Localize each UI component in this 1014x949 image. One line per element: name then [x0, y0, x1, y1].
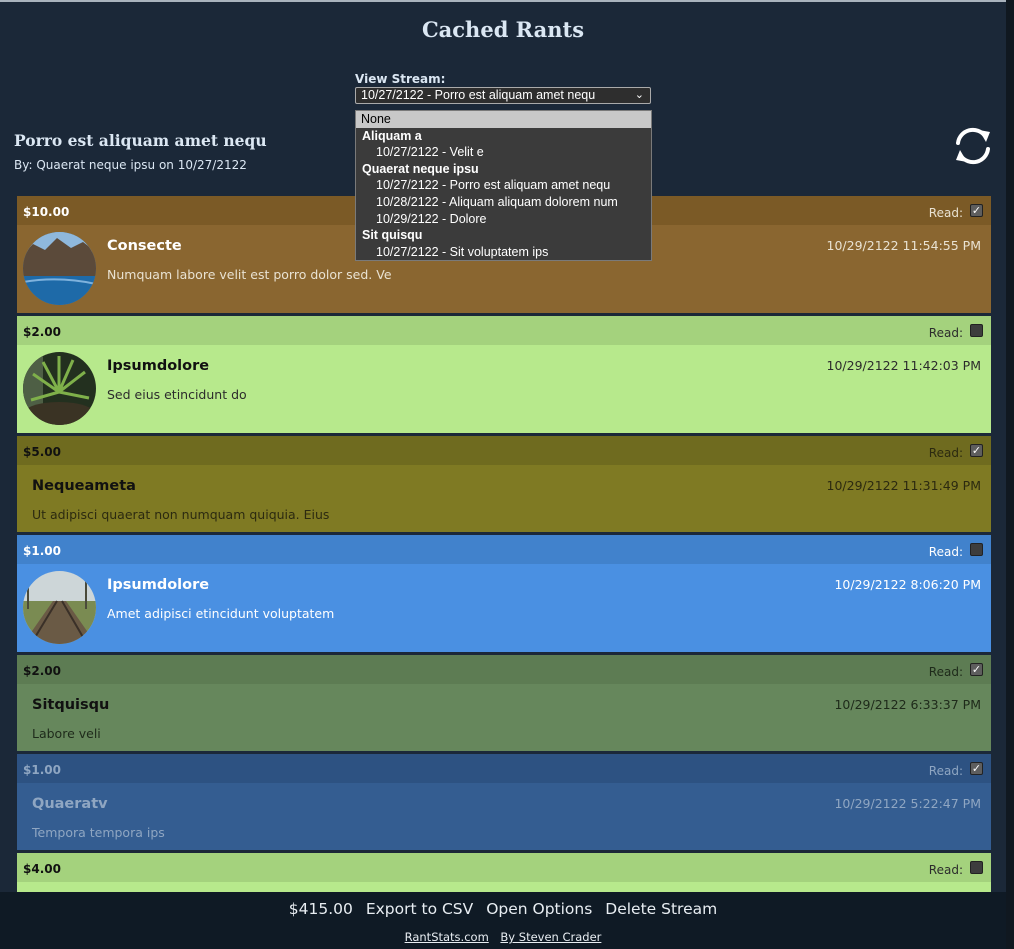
export-csv-button[interactable]: Export to CSV: [366, 900, 473, 918]
rant-card: $1.00 Read: ✓ Quaeratv 10/29/2122 5:22:47 PM…: [17, 754, 991, 850]
avatar: [23, 571, 96, 644]
footer-links: RantStats.com By Steven Crader: [0, 930, 1006, 944]
rant-timestamp: 10/29/2122 8:06:20 PM: [834, 577, 981, 592]
read-checkbox[interactable]: ✓: [970, 204, 983, 217]
rant-timestamp: 10/29/2122 11:42:03 PM: [826, 358, 981, 373]
stream-select-value: 10/27/2122 - Porro est aliquam amet nequ: [361, 88, 596, 102]
rant-username: Nequeameta: [32, 478, 136, 494]
rant-message: Ut adipisci quaerat non numquam quiquia.…: [32, 507, 330, 522]
app-title: Cached Rants: [421, 17, 585, 42]
rant-card: $2.00 Read: ✓ Sitquisqu 10/29/2122 6:33:37 P…: [17, 655, 991, 751]
rant-message: Sed eius etincidunt do: [107, 387, 247, 402]
window-top-border: [0, 0, 1014, 2]
rant-timestamp: 10/29/2122 11:54:55 PM: [826, 238, 981, 253]
dropdown-option[interactable]: 10/27/2122 - Sit voluptatem ips: [356, 244, 651, 261]
rant-amount: $4.00: [23, 862, 61, 876]
dropdown-option[interactable]: 10/28/2122 - Aliquam aliquam dolorem num: [356, 194, 651, 211]
rant-feed[interactable]: $10.00 Read: ✓ Consecte 10/29/2122 11:54:55 …: [17, 196, 991, 892]
rant-card-header: $1.00 Read:: [17, 535, 991, 564]
read-checkbox[interactable]: ✓: [970, 663, 983, 676]
rant-card-body: Quaeratv 10/29/2122 5:22:47 PM Tempora tem…: [17, 783, 991, 850]
rant-amount: $1.00: [23, 544, 61, 558]
rant-message: Amet adipisci etincidunt voluptatem: [107, 606, 335, 621]
rant-amount: $1.00: [23, 763, 61, 777]
rant-amount: $2.00: [23, 664, 61, 678]
rant-timestamp: 10/29/2122 6:33:37 PM: [834, 697, 981, 712]
rant-card-body: Sitquisqu 10/29/2122 6:33:37 PM Labore vel…: [17, 684, 991, 751]
rant-card-body: Nequeameta 10/29/2122 11:31:49 PM Ut adipi…: [17, 465, 991, 532]
total-amount: $415.00: [288, 900, 353, 918]
rant-card-header: $2.00 Read: ✓: [17, 655, 991, 684]
read-label: Read:: [928, 863, 963, 877]
stream-dropdown-list[interactable]: None Aliquam a 10/27/2122 - Velit e Quaerat…: [355, 110, 652, 261]
refresh-icon[interactable]: [952, 126, 994, 166]
rant-message: Labore veli: [32, 726, 101, 741]
rant-amount: $5.00: [23, 445, 61, 459]
delete-stream-button[interactable]: Delete Stream: [605, 900, 717, 918]
rant-card-header: $2.00 Read:: [17, 316, 991, 345]
rant-username: Ipsumdolore: [107, 577, 210, 593]
rant-username: Consecte: [107, 238, 182, 254]
read-label: Read:: [928, 326, 963, 340]
dropdown-group-label: Quaerat neque ipsu: [362, 161, 479, 176]
stream-select[interactable]: 10/27/2122 - Porro est aliquam amet nequ…: [355, 87, 651, 104]
rant-message: Tempora tempora ips: [32, 825, 165, 840]
footer-actions: $415.00 Export to CSV Open Options Delet…: [0, 900, 1006, 918]
rant-card-header: $5.00 Read: ✓: [17, 436, 991, 465]
dropdown-option[interactable]: 10/27/2122 - Porro est aliquam amet nequ: [356, 177, 651, 194]
rant-card-header: $4.00 Read:: [17, 853, 991, 882]
rant-timestamp: 10/29/2122 11:31:49 PM: [826, 478, 981, 493]
rant-card-body: [17, 882, 991, 892]
dropdown-option[interactable]: 10/27/2122 - Velit e: [356, 144, 651, 161]
dropdown-option[interactable]: 10/29/2122 - Dolore: [356, 211, 651, 228]
read-checkbox[interactable]: [970, 861, 983, 874]
dropdown-group-label: Aliquam a: [362, 128, 422, 143]
rant-card-header: $1.00 Read: ✓: [17, 754, 991, 783]
footer: $415.00 Export to CSV Open Options Delet…: [0, 892, 1006, 949]
rant-card-body: Ipsumdolore 10/29/2122 11:42:03 PM Sed eiu…: [17, 345, 991, 433]
view-stream-label: View Stream:: [355, 72, 446, 86]
read-checkbox[interactable]: [970, 543, 983, 556]
rant-card: $1.00 Read: Ipsumdolore 10/29/2122 8:06:20 …: [17, 535, 991, 652]
rant-username: Ipsumdolore: [107, 358, 210, 374]
open-options-button[interactable]: Open Options: [486, 900, 592, 918]
read-label: Read:: [928, 446, 963, 460]
read-checkbox[interactable]: ✓: [970, 444, 983, 457]
chevron-down-icon: ⌄: [634, 89, 644, 101]
read-label: Read:: [928, 764, 963, 778]
rant-card: $2.00 Read: Ipsumdolore 10/29/2122 11:42:03…: [17, 316, 991, 433]
site-link[interactable]: RantStats.com: [405, 930, 489, 944]
rant-message: Numquam labore velit est porro dolor sed…: [107, 267, 392, 282]
read-checkbox[interactable]: [970, 324, 983, 337]
dropdown-group-label: Sit quisqu: [362, 228, 423, 243]
rant-amount: $10.00: [23, 205, 70, 219]
rant-timestamp: 10/29/2122 5:22:47 PM: [834, 796, 981, 811]
dropdown-option[interactable]: None: [356, 111, 651, 128]
rant-username: Sitquisqu: [32, 697, 110, 713]
rant-amount: $2.00: [23, 325, 61, 339]
avatar: [23, 352, 96, 425]
read-label: Read:: [928, 545, 963, 559]
rant-card: $4.00 Read:: [17, 853, 991, 892]
read-label: Read:: [928, 206, 963, 220]
avatar: [23, 232, 96, 305]
author-link[interactable]: By Steven Crader: [500, 930, 601, 944]
page-scrollbar[interactable]: [1006, 0, 1014, 949]
stream-byline: By: Quaerat neque ipsu on 10/27/2122: [14, 158, 247, 172]
rant-username: Quaeratv: [32, 796, 108, 812]
read-checkbox[interactable]: ✓: [970, 762, 983, 775]
rant-card: $5.00 Read: ✓ Nequeameta 10/29/2122 11:31:49…: [17, 436, 991, 532]
stream-title: Porro est aliquam amet nequ: [14, 131, 267, 150]
read-label: Read:: [928, 665, 963, 679]
rant-card-body: Ipsumdolore 10/29/2122 8:06:20 PM Amet adi…: [17, 564, 991, 652]
